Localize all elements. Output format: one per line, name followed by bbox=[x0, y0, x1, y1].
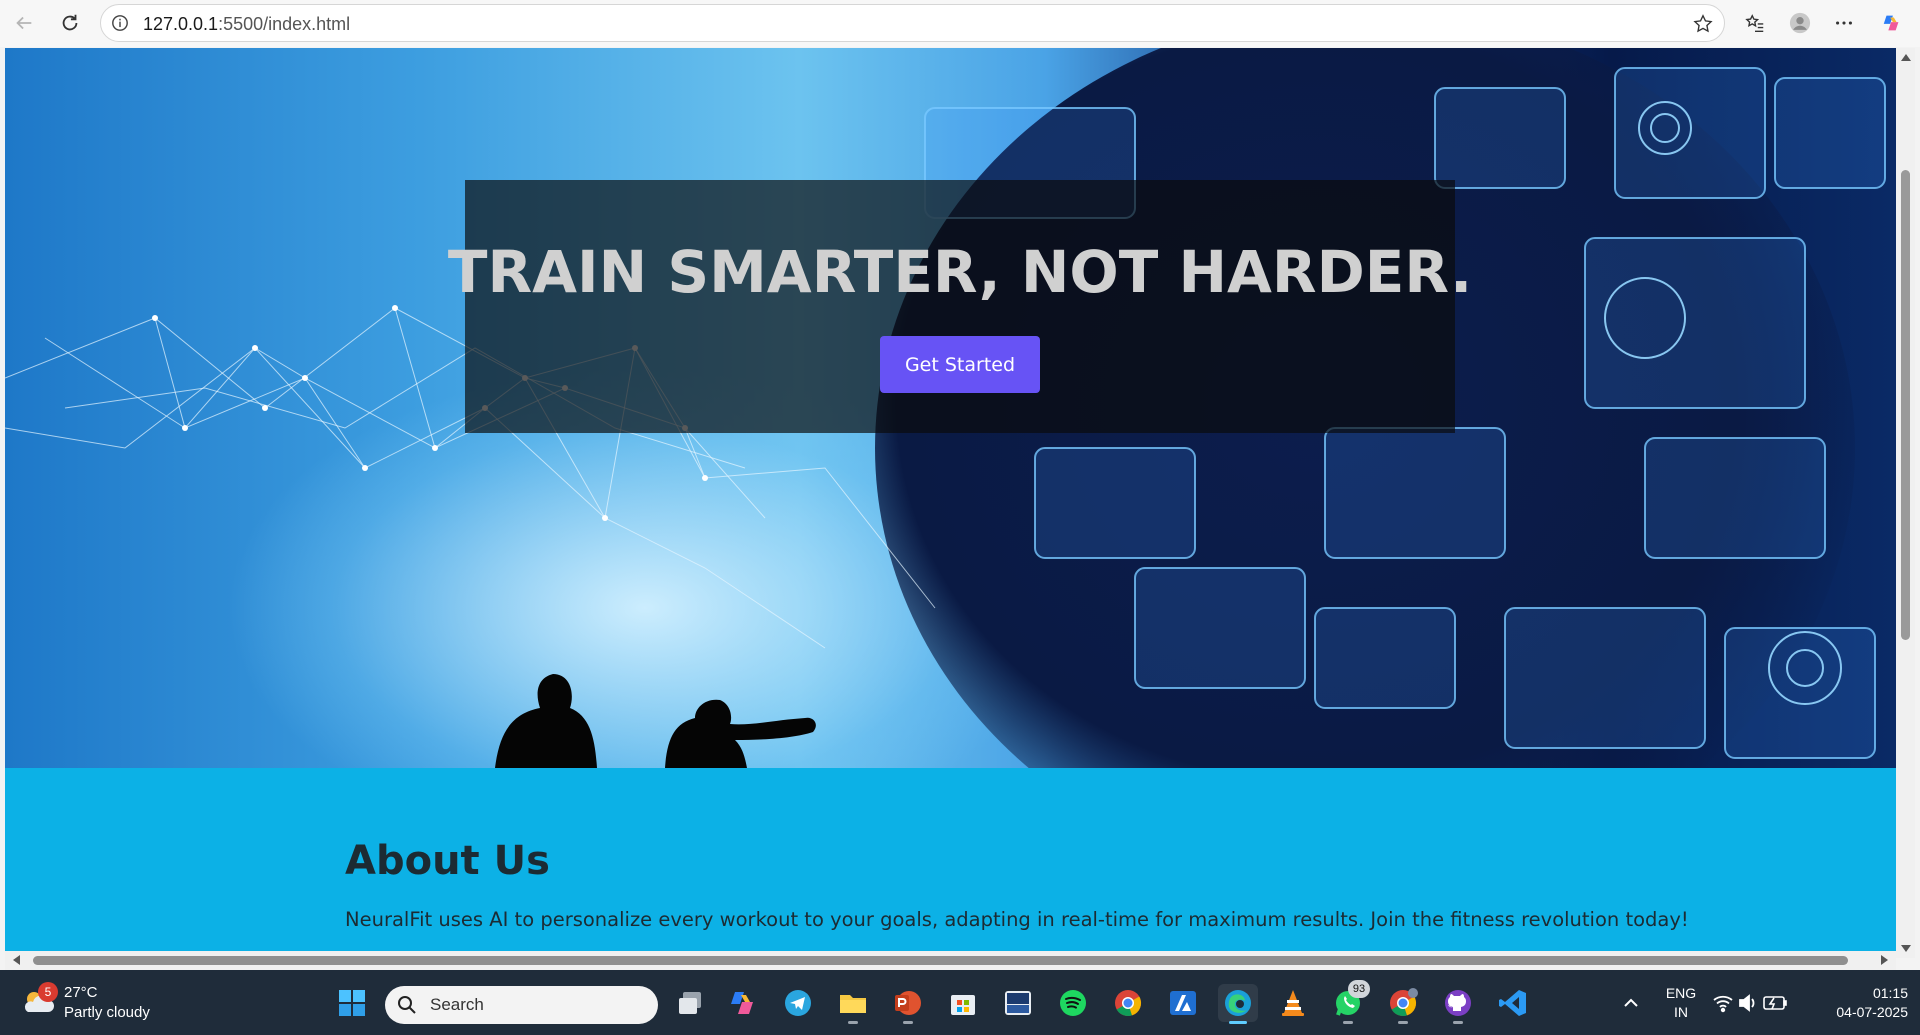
start-button[interactable] bbox=[332, 984, 372, 1022]
running-indicator bbox=[848, 1021, 858, 1024]
taskbar-powerpoint[interactable] bbox=[888, 984, 928, 1024]
copilot-icon bbox=[731, 992, 753, 1014]
copilot-button[interactable] bbox=[1874, 6, 1910, 40]
reload-icon bbox=[62, 14, 78, 31]
folder-icon bbox=[840, 995, 866, 1013]
running-indicator bbox=[1343, 1021, 1353, 1024]
taskbar-github-desktop[interactable] bbox=[1438, 984, 1478, 1024]
language-code: ENG bbox=[1665, 985, 1697, 1001]
taskbar-telegram[interactable] bbox=[778, 984, 818, 1022]
favorites-list-icon bbox=[1745, 14, 1764, 32]
show-hidden-icons-chevron-icon[interactable] bbox=[1620, 992, 1642, 1014]
clock-date: 04-07-2025 bbox=[1836, 1004, 1908, 1020]
reload-button[interactable] bbox=[52, 6, 88, 40]
search-placeholder: Search bbox=[430, 995, 484, 1014]
taskbar-clock[interactable]: 01:15 04-07-2025 bbox=[1812, 984, 1908, 1022]
task-view-icon bbox=[679, 992, 701, 1014]
system-tray-icons[interactable] bbox=[1712, 992, 1792, 1014]
scroll-up-arrow-icon[interactable] bbox=[1901, 54, 1911, 61]
address-bar[interactable]: 127.0.0.1:5500/index.html bbox=[100, 4, 1725, 42]
taskbar-search[interactable]: Search bbox=[385, 986, 658, 1024]
horizontal-scrollbar[interactable] bbox=[5, 951, 1896, 970]
taskbar-whatsapp[interactable]: 93 bbox=[1328, 980, 1370, 1024]
about-description: NeuralFit uses AI to personalize every w… bbox=[345, 908, 1689, 931]
battery-charging-icon bbox=[1763, 996, 1787, 1010]
whatsapp-unread-badge: 93 bbox=[1348, 980, 1370, 998]
about-title: About Us bbox=[345, 838, 550, 884]
about-section: About Us NeuralFit uses AI to personaliz… bbox=[5, 768, 1896, 958]
taskbar-vlc[interactable] bbox=[1273, 984, 1313, 1022]
favorites-button[interactable] bbox=[1737, 6, 1773, 40]
horizontal-scroll-thumb[interactable] bbox=[33, 956, 1848, 965]
taskbar-edge[interactable] bbox=[1218, 984, 1258, 1024]
browser-toolbar: 127.0.0.1:5500/index.html bbox=[0, 0, 1920, 47]
hero-banner: TRAIN SMARTER, NOT HARDER. Get Started bbox=[448, 180, 1472, 433]
taskbar-file-explorer[interactable] bbox=[833, 984, 873, 1024]
taskbar: 5 27°C Partly cloudy Search 93 ENG IN 01… bbox=[0, 970, 1920, 1035]
scroll-right-arrow-icon[interactable] bbox=[1881, 955, 1888, 965]
vscode-icon bbox=[1499, 990, 1526, 1016]
taskbar-azure-app[interactable] bbox=[1163, 984, 1203, 1022]
taskbar-chrome[interactable] bbox=[1108, 984, 1148, 1022]
github-icon bbox=[1445, 990, 1471, 1016]
telegram-icon bbox=[785, 990, 811, 1016]
taskbar-microsoft-store[interactable] bbox=[943, 984, 983, 1022]
chrome-icon bbox=[1390, 988, 1418, 1017]
store-icon bbox=[951, 995, 975, 1015]
weather-widget[interactable]: 5 27°C Partly cloudy bbox=[20, 982, 170, 1024]
taskbar-devhome[interactable] bbox=[998, 984, 1038, 1022]
running-indicator bbox=[1453, 1021, 1463, 1024]
hero-section: TRAIN SMARTER, NOT HARDER. Get Started bbox=[5, 48, 1896, 768]
profile-button[interactable] bbox=[1782, 6, 1818, 40]
input-language-indicator[interactable]: ENG IN bbox=[1660, 984, 1702, 1022]
profile-avatar-icon bbox=[1789, 12, 1811, 34]
vertical-scrollbar[interactable] bbox=[1896, 48, 1915, 958]
wifi-icon bbox=[1713, 995, 1733, 1013]
powerpoint-icon bbox=[895, 991, 921, 1015]
url-text: 127.0.0.1:5500/index.html bbox=[143, 14, 351, 34]
more-dots-icon bbox=[1836, 21, 1852, 25]
running-indicator bbox=[1398, 1021, 1408, 1024]
hero-title: TRAIN SMARTER, NOT HARDER. bbox=[447, 238, 1473, 306]
spotify-icon bbox=[1060, 990, 1086, 1016]
more-menu-button[interactable] bbox=[1826, 6, 1862, 40]
search-icon bbox=[398, 996, 416, 1014]
running-indicator bbox=[1229, 1021, 1247, 1024]
vertical-scroll-thumb[interactable] bbox=[1901, 170, 1910, 640]
running-indicator bbox=[903, 1021, 913, 1024]
site-info-icon[interactable] bbox=[111, 14, 129, 32]
region-code: IN bbox=[1674, 1004, 1688, 1020]
clock-time: 01:15 bbox=[1872, 985, 1908, 1001]
favorite-star-icon[interactable] bbox=[1692, 13, 1714, 35]
weather-condition: Partly cloudy bbox=[64, 1004, 150, 1021]
taskbar-chrome-profile[interactable] bbox=[1383, 984, 1423, 1024]
volume-icon bbox=[1739, 994, 1755, 1012]
chrome-icon bbox=[1115, 990, 1142, 1017]
back-arrow-icon bbox=[16, 16, 32, 30]
taskbar-copilot[interactable] bbox=[723, 984, 763, 1022]
back-button[interactable] bbox=[6, 6, 42, 40]
taskbar-task-view[interactable] bbox=[670, 984, 710, 1022]
weather-alert-badge: 5 bbox=[38, 982, 58, 1002]
vlc-icon bbox=[1282, 990, 1304, 1016]
taskbar-spotify[interactable] bbox=[1053, 984, 1093, 1022]
page-viewport: TRAIN SMARTER, NOT HARDER. Get Started A… bbox=[5, 48, 1896, 958]
copilot-icon bbox=[1883, 15, 1899, 31]
edge-icon bbox=[1225, 990, 1251, 1016]
scroll-left-arrow-icon[interactable] bbox=[13, 955, 20, 965]
taskbar-vscode[interactable] bbox=[1493, 984, 1533, 1022]
azure-icon bbox=[1170, 991, 1196, 1015]
dev-home-icon bbox=[1005, 991, 1031, 1015]
get-started-button[interactable]: Get Started bbox=[880, 336, 1040, 393]
scroll-down-arrow-icon[interactable] bbox=[1901, 945, 1911, 952]
weather-temperature: 27°C bbox=[64, 984, 98, 1001]
windows-start-icon bbox=[339, 990, 365, 1016]
